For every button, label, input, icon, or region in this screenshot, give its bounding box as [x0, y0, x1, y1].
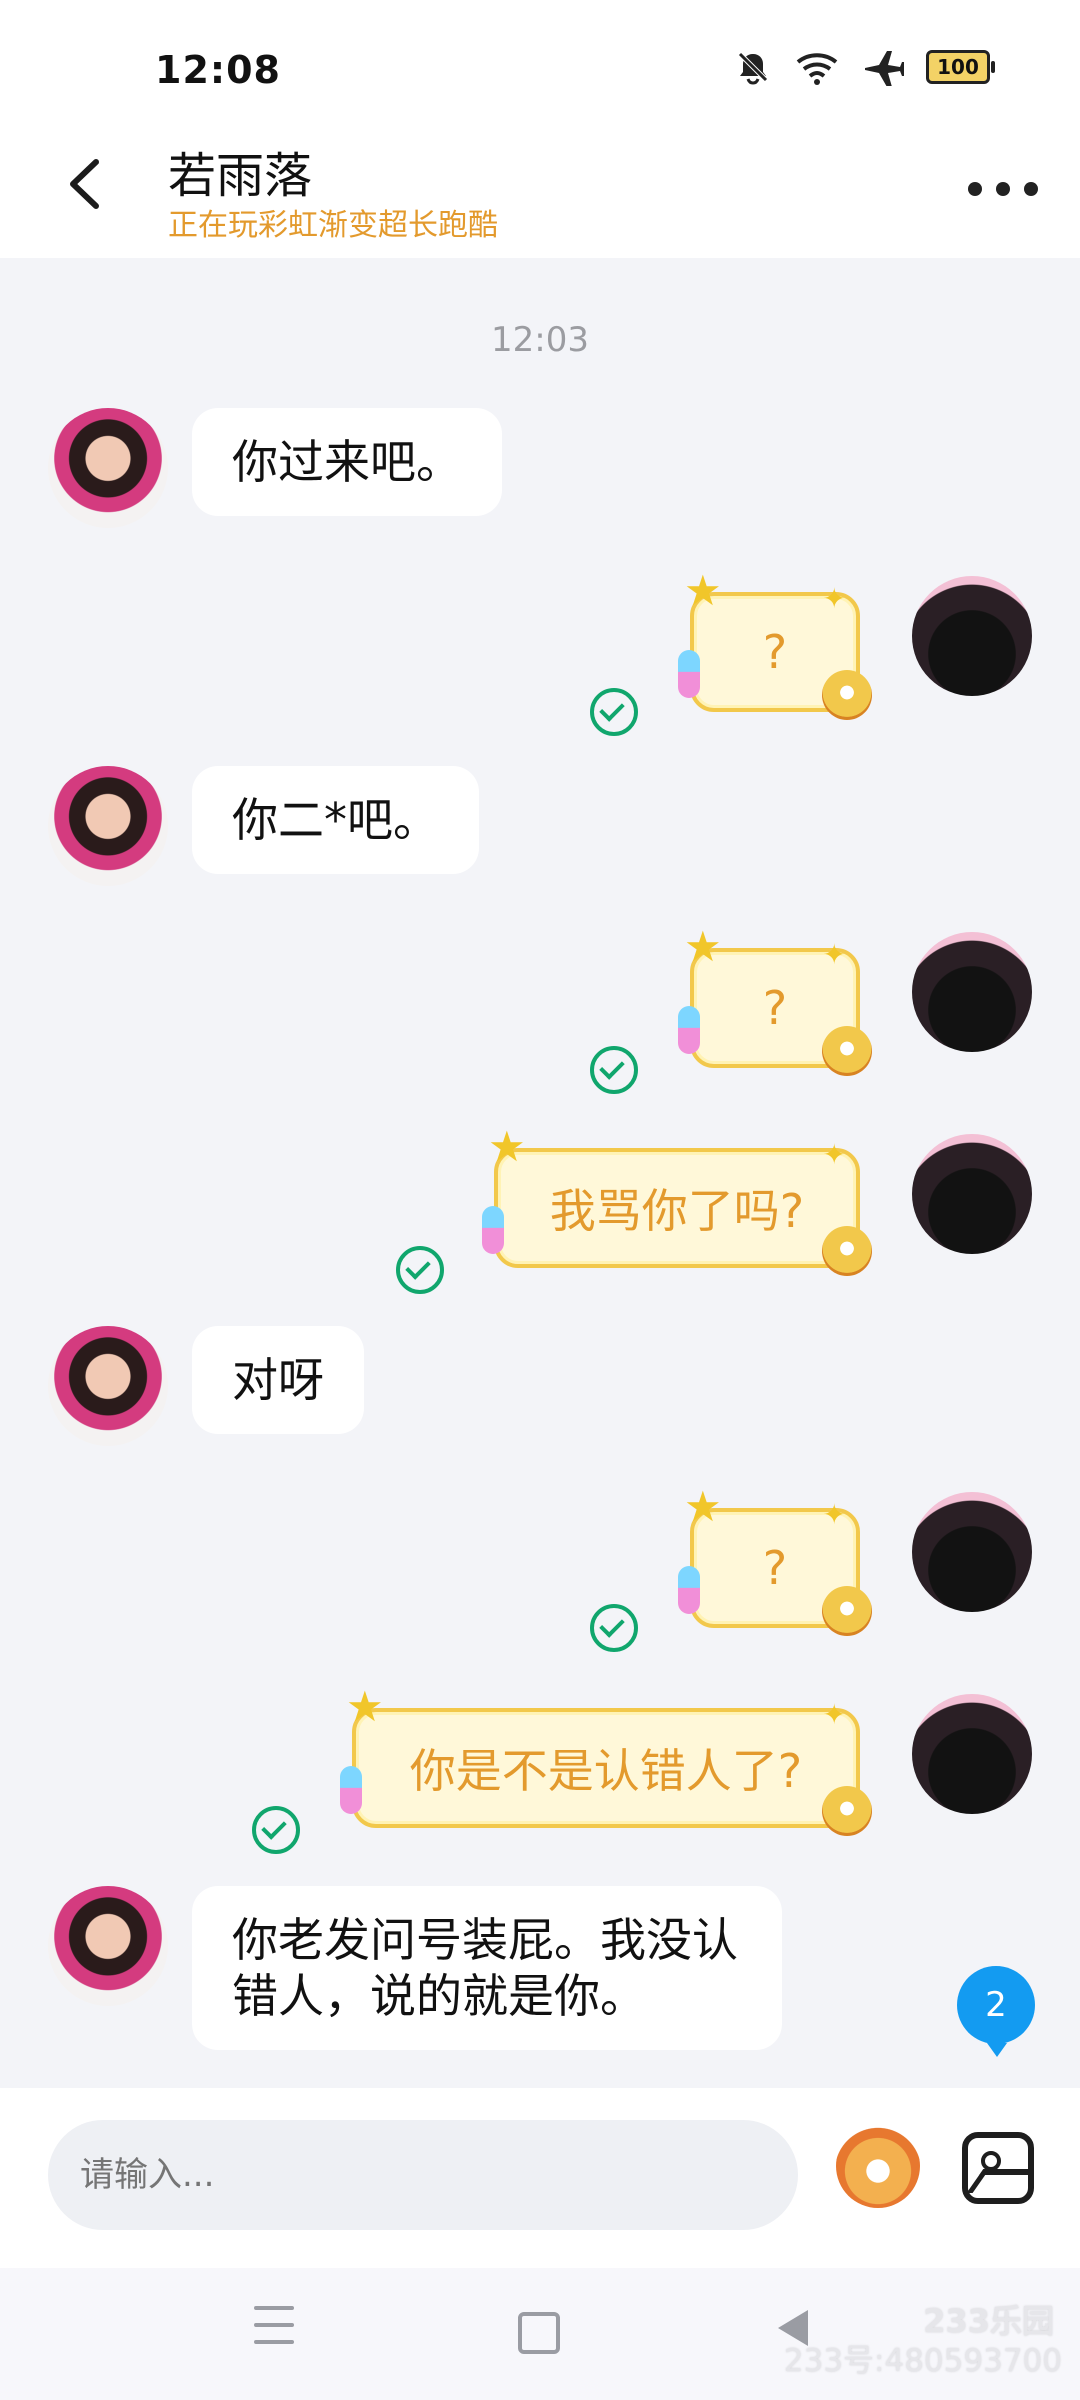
image-picker-icon[interactable]: [962, 2132, 1034, 2204]
read-check-icon: [590, 688, 638, 736]
unread-count-badge[interactable]: 2: [957, 1966, 1035, 2057]
status-icons: 100: [734, 48, 995, 86]
message-input[interactable]: [78, 2154, 798, 2196]
mascot-decoration-icon: [822, 1786, 872, 1836]
incoming-message[interactable]: 对呀: [192, 1326, 364, 1435]
back-arrow-icon[interactable]: [58, 154, 112, 214]
outgoing-sticker-message[interactable]: ★ ✦ ?: [678, 570, 872, 720]
balloon-decoration-icon: [482, 1206, 504, 1254]
mascot-decoration-icon: [822, 670, 872, 720]
read-check-icon: [590, 1046, 638, 1094]
user-avatar[interactable]: [912, 1134, 1032, 1254]
mascot-decoration-icon: [822, 1586, 872, 1636]
sticker-emoji-icon[interactable]: [836, 2124, 920, 2208]
user-avatar[interactable]: [912, 576, 1032, 696]
chat-timestamp: 12:03: [491, 320, 589, 360]
incoming-message[interactable]: 你老发问号装屁。我没认错人，说的就是你。: [192, 1886, 782, 2051]
outgoing-sticker-message[interactable]: ★ ✦ ?: [678, 926, 872, 1076]
sparkle-decoration-icon: ✦: [822, 582, 846, 615]
sparkle-decoration-icon: ✦: [822, 1138, 846, 1171]
user-avatar[interactable]: [912, 932, 1032, 1052]
balloon-decoration-icon: [678, 650, 700, 698]
outgoing-sticker-message[interactable]: ★ ✦ 你是不是认错人了?: [340, 1686, 872, 1836]
more-options-icon[interactable]: [968, 174, 1038, 204]
incoming-message[interactable]: 你二*吧。: [192, 766, 479, 875]
outgoing-sticker-message[interactable]: ★ ✦ 我骂你了吗?: [482, 1126, 872, 1276]
balloon-decoration-icon: [678, 1006, 700, 1054]
balloon-decoration-icon: [678, 1566, 700, 1614]
outgoing-sticker-message[interactable]: ★ ✦ ?: [678, 1486, 872, 1636]
message-text: 你是不是认错人了?: [409, 1744, 803, 1798]
status-bar: 12:08 100: [0, 0, 1080, 140]
user-avatar[interactable]: [912, 1694, 1032, 1814]
contact-avatar[interactable]: [48, 408, 168, 528]
star-decoration-icon: ★: [684, 566, 722, 615]
star-decoration-icon: ★: [684, 922, 722, 971]
status-time: 12:08: [155, 48, 281, 92]
star-decoration-icon: ★: [684, 1482, 722, 1531]
read-check-icon: [590, 1604, 638, 1652]
recent-apps-icon[interactable]: [254, 2306, 294, 2344]
wifi-icon: [796, 53, 838, 85]
mascot-decoration-icon: [822, 1026, 872, 1076]
contact-name: 若雨落: [168, 148, 313, 204]
chat-header: 若雨落 正在玩彩虹渐变超长跑酷: [0, 130, 1080, 258]
watermark-id: 233号:480593700: [783, 2343, 1062, 2379]
star-decoration-icon: ★: [488, 1122, 526, 1171]
user-avatar[interactable]: [912, 1492, 1032, 1612]
sparkle-decoration-icon: ✦: [822, 1498, 846, 1531]
balloon-decoration-icon: [340, 1766, 362, 1814]
contact-avatar[interactable]: [48, 1886, 168, 2006]
sparkle-decoration-icon: ✦: [822, 1698, 846, 1731]
contact-status: 正在玩彩虹渐变超长跑酷: [168, 208, 498, 243]
contact-avatar[interactable]: [48, 766, 168, 886]
read-check-icon: [396, 1246, 444, 1294]
star-decoration-icon: ★: [346, 1682, 384, 1731]
message-text: ?: [762, 981, 788, 1035]
sparkle-decoration-icon: ✦: [822, 938, 846, 971]
system-navigation-bar: 233乐园 233号:480593700: [0, 2268, 1080, 2400]
contact-avatar[interactable]: [48, 1326, 168, 1446]
message-input-container[interactable]: [48, 2120, 798, 2230]
read-check-icon: [252, 1806, 300, 1854]
incoming-message[interactable]: 你过来吧。: [192, 408, 502, 517]
bell-off-icon: [738, 52, 768, 85]
home-icon[interactable]: [518, 2312, 560, 2354]
message-text: ?: [762, 625, 788, 679]
airplane-icon: [865, 51, 904, 86]
battery-icon: 100: [926, 50, 995, 84]
mascot-decoration-icon: [822, 1226, 872, 1276]
message-text: 我骂你了吗?: [549, 1184, 805, 1238]
message-input-area: [0, 2088, 1080, 2268]
message-text: ?: [762, 1541, 788, 1595]
